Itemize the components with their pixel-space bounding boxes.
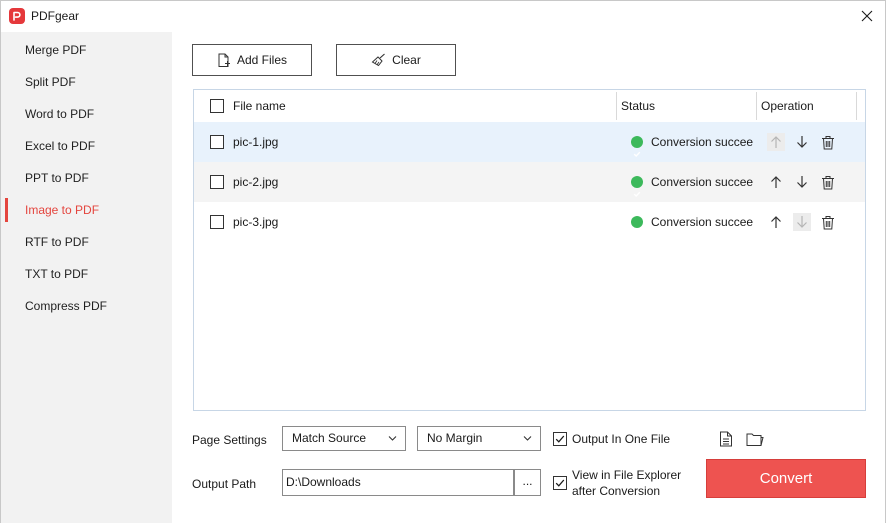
arrow-up-icon <box>771 136 781 148</box>
page-settings-label: Page Settings <box>192 433 267 447</box>
delete-button[interactable] <box>819 213 837 231</box>
app-window: PDFgear Merge PDF Split PDF Word to PDF … <box>0 0 886 523</box>
row-checkbox[interactable] <box>210 135 224 149</box>
arrow-up-icon <box>771 216 781 228</box>
row-checkbox[interactable] <box>210 215 224 229</box>
broom-icon <box>371 53 386 67</box>
file-name: pic-2.jpg <box>233 175 279 189</box>
move-up-button[interactable] <box>767 173 785 191</box>
output-path-field[interactable]: D:\Downloads <box>282 469 514 496</box>
checkmark-icon <box>555 479 565 487</box>
select-all-checkbox[interactable] <box>210 99 224 113</box>
sidebar-item-merge-pdf[interactable]: Merge PDF <box>1 34 172 66</box>
sidebar-item-excel-to-pdf[interactable]: Excel to PDF <box>1 130 172 162</box>
arrow-up-icon <box>771 176 781 188</box>
add-files-button[interactable]: Add Files <box>192 44 312 76</box>
output-path-label: Output Path <box>192 477 257 491</box>
chevron-down-icon <box>523 427 532 458</box>
trash-icon <box>822 175 834 189</box>
column-divider[interactable] <box>856 92 857 120</box>
status-cell: Conversion succeeded <box>631 202 753 242</box>
close-icon <box>861 10 873 22</box>
file-name: pic-1.jpg <box>233 135 279 149</box>
table-row[interactable]: pic-2.jpg Conversion succeeded <box>194 162 865 202</box>
move-down-button[interactable] <box>793 173 811 191</box>
row-checkbox[interactable] <box>210 175 224 189</box>
add-files-label: Add Files <box>236 53 288 67</box>
browse-button[interactable]: ... <box>514 469 541 496</box>
move-down-button[interactable] <box>793 213 811 231</box>
checkmark-icon <box>555 435 565 443</box>
title-bar: PDFgear <box>1 1 885 32</box>
convert-button[interactable]: Convert <box>706 459 866 498</box>
close-window-button[interactable] <box>849 1 885 31</box>
status-text: Conversion succeeded <box>651 215 753 229</box>
table-row[interactable]: pic-3.jpg Conversion succeeded <box>194 202 865 242</box>
trash-icon <box>822 215 834 229</box>
main-panel: Add Files Clear File name Status Operati… <box>172 32 885 523</box>
add-file-icon <box>218 53 230 67</box>
clear-label: Clear <box>392 53 421 67</box>
view-in-explorer-label-line2: after Conversion <box>572 484 661 498</box>
margin-value: No Margin <box>427 431 483 445</box>
open-file-button[interactable] <box>716 429 736 449</box>
sidebar-item-compress-pdf[interactable]: Compress PDF <box>1 290 172 322</box>
app-title: PDFgear <box>31 9 80 23</box>
file-name: pic-3.jpg <box>233 215 279 229</box>
arrow-down-icon <box>797 136 807 148</box>
check-circle-icon <box>631 176 643 197</box>
table-row[interactable]: pic-1.jpg Conversion succeeded <box>194 122 865 162</box>
check-circle-icon <box>631 216 643 237</box>
folder-icon <box>746 433 764 446</box>
column-divider[interactable] <box>616 92 617 120</box>
arrow-down-icon <box>797 216 807 228</box>
delete-button[interactable] <box>819 173 837 191</box>
status-cell: Conversion succeeded <box>631 162 753 202</box>
sidebar-item-txt-to-pdf[interactable]: TXT to PDF <box>1 258 172 290</box>
move-up-button[interactable] <box>767 133 785 151</box>
output-one-file-label: Output In One File <box>572 432 671 446</box>
arrow-down-icon <box>797 176 807 188</box>
open-folder-button[interactable] <box>745 429 765 449</box>
view-in-explorer-checkbox[interactable] <box>553 476 567 490</box>
sidebar-item-ppt-to-pdf[interactable]: PPT to PDF <box>1 162 172 194</box>
sidebar-item-rtf-to-pdf[interactable]: RTF to PDF <box>1 226 172 258</box>
move-up-button[interactable] <box>767 213 785 231</box>
margin-select[interactable]: No Margin <box>417 426 541 451</box>
column-divider[interactable] <box>756 92 757 120</box>
delete-button[interactable] <box>819 133 837 151</box>
clear-button[interactable]: Clear <box>336 44 456 76</box>
status-text: Conversion succeeded <box>651 175 753 189</box>
chevron-down-icon <box>388 427 397 458</box>
move-down-button[interactable] <box>793 133 811 151</box>
pdfgear-logo-icon <box>9 8 25 24</box>
output-one-file-checkbox[interactable] <box>553 432 567 446</box>
sidebar-item-image-to-pdf[interactable]: Image to PDF <box>1 194 172 226</box>
sidebar-item-word-to-pdf[interactable]: Word to PDF <box>1 98 172 130</box>
sidebar-item-split-pdf[interactable]: Split PDF <box>1 66 172 98</box>
page-size-value: Match Source <box>292 431 367 445</box>
file-table: File name Status Operation pic-1.jpg Con… <box>193 89 866 411</box>
column-status: Status <box>621 99 656 113</box>
page-size-select[interactable]: Match Source <box>282 426 406 451</box>
status-cell: Conversion succeeded <box>631 122 753 162</box>
view-in-explorer-label: View in File Explorer <box>572 468 682 482</box>
sidebar: Merge PDF Split PDF Word to PDF Excel to… <box>1 32 172 523</box>
column-file-name: File name <box>233 99 286 113</box>
status-text: Conversion succeeded <box>651 135 753 149</box>
table-header: File name Status Operation <box>194 90 865 122</box>
trash-icon <box>822 135 834 149</box>
column-operation: Operation <box>761 99 814 113</box>
document-icon <box>720 431 732 447</box>
check-circle-icon <box>631 136 643 157</box>
